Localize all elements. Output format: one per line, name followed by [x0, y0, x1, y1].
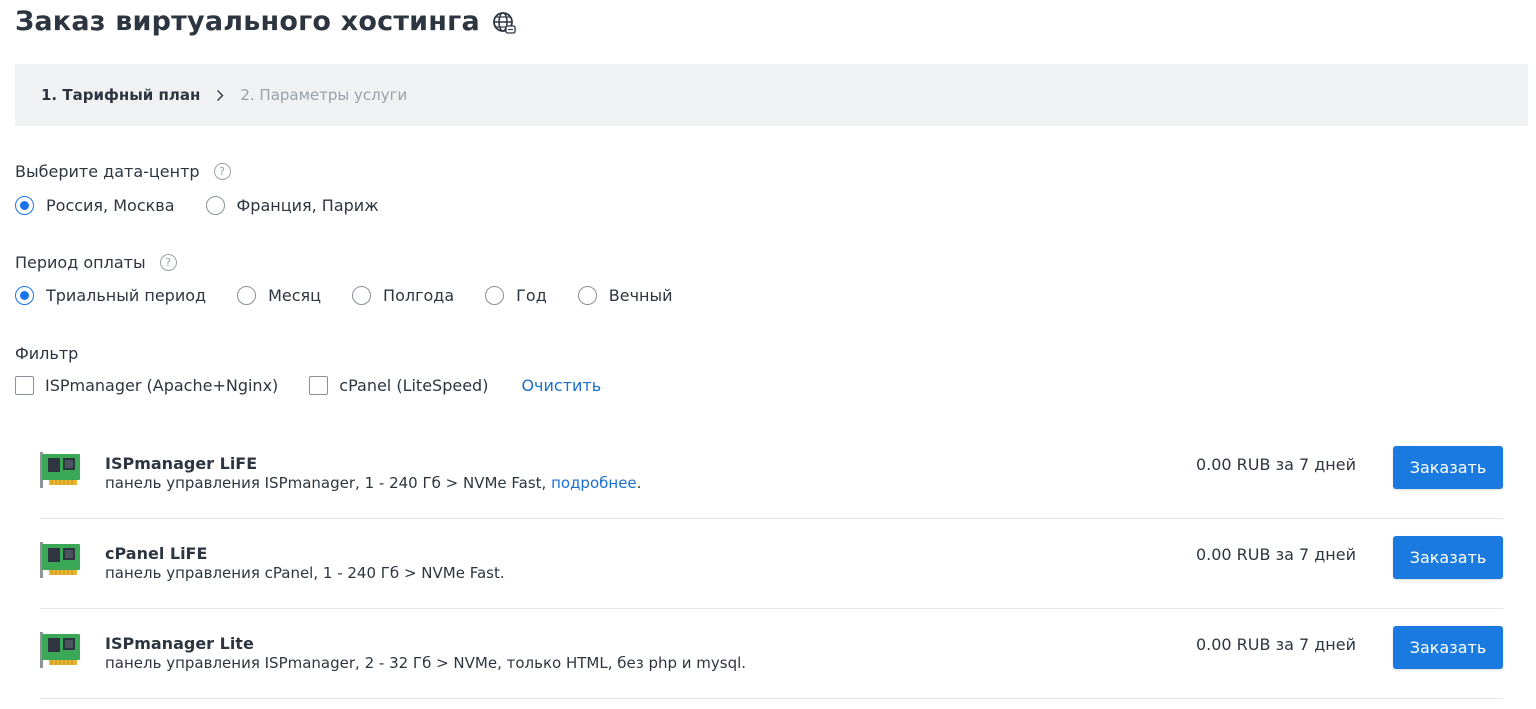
- hosting-card-icon: [40, 542, 80, 578]
- radio-label: Полгода: [383, 286, 455, 305]
- datacenter-options: Россия, Москва Франция, Париж: [15, 196, 410, 215]
- hosting-card-icon: [40, 452, 80, 488]
- plan-description: панель управления cPanel, 1 - 240 Гб > N…: [105, 564, 505, 582]
- radio-label: Россия, Москва: [46, 196, 175, 215]
- radio-label: Франция, Париж: [236, 196, 379, 215]
- plan-description: панель управления ISPmanager, 2 - 32 Гб …: [105, 654, 747, 672]
- period-options: Триальный период Месяц Полгода Год Вечны…: [15, 286, 704, 305]
- radio-datacenter-moscow[interactable]: Россия, Москва: [15, 196, 175, 215]
- plan-name: ISPmanager LiFE: [105, 454, 258, 473]
- filter-options: ISPmanager (Apache+Nginx) cPanel (LiteSp…: [15, 376, 601, 395]
- radio-period-year[interactable]: Год: [485, 286, 547, 305]
- plan-row: ISPmanager LiFE панель управления ISPman…: [40, 429, 1503, 519]
- radio-period-halfyear[interactable]: Полгода: [352, 286, 454, 305]
- filter-label-text: Фильтр: [15, 344, 79, 363]
- radio-label: Триальный период: [46, 286, 207, 305]
- checkbox-filter-ispmanager[interactable]: ISPmanager (Apache+Nginx): [15, 376, 278, 395]
- step-service-params[interactable]: 2. Параметры услуги: [240, 86, 407, 104]
- radio-period-lifetime[interactable]: Вечный: [577, 286, 673, 305]
- radio-label: Вечный: [608, 286, 673, 305]
- checkbox[interactable]: [15, 376, 34, 395]
- plan-name: ISPmanager Lite: [105, 634, 254, 653]
- filter-label: Фильтр: [15, 344, 78, 363]
- radio-button[interactable]: [577, 286, 597, 305]
- chevron-right-icon: [216, 89, 224, 102]
- order-stepper: 1. Тарифный план 2. Параметры услуги: [15, 64, 1528, 126]
- plan-name: cPanel LiFE: [105, 544, 208, 563]
- period-label: Период оплаты ?: [15, 253, 177, 272]
- checkbox-label: ISPmanager (Apache+Nginx): [45, 376, 279, 395]
- checkbox-label: cPanel (LiteSpeed): [339, 376, 489, 395]
- radio-datacenter-paris[interactable]: Франция, Париж: [205, 196, 379, 215]
- datacenter-label: Выберите дата-центр ?: [15, 162, 231, 181]
- hosting-card-icon: [40, 632, 80, 668]
- period-label-text: Период оплаты: [15, 253, 146, 272]
- plan-description: панель управления ISPmanager, 1 - 240 Гб…: [105, 474, 641, 492]
- help-icon[interactable]: ?: [159, 254, 177, 271]
- order-button[interactable]: Заказать: [1393, 536, 1503, 579]
- radio-button[interactable]: [205, 196, 225, 215]
- radio-button[interactable]: [15, 286, 34, 305]
- globe-icon: [492, 11, 516, 34]
- radio-button[interactable]: [485, 286, 505, 305]
- plan-price: 0.00 RUB за 7 дней: [1195, 455, 1356, 474]
- plan-description-end: .: [636, 474, 642, 492]
- checkbox-filter-cpanel[interactable]: cPanel (LiteSpeed): [309, 376, 488, 395]
- datacenter-label-text: Выберите дата-центр: [15, 162, 200, 181]
- page-title-text: Заказ виртуального хостинга: [15, 6, 480, 37]
- page-title: Заказ виртуального хостинга: [15, 6, 516, 37]
- radio-label: Месяц: [268, 286, 322, 305]
- radio-button[interactable]: [15, 196, 34, 215]
- plan-description-text: панель управления ISPmanager, 1 - 240 Гб…: [105, 474, 552, 492]
- clear-filter-link[interactable]: Очистить: [521, 376, 601, 395]
- step-tariff-plan[interactable]: 1. Тарифный план: [41, 86, 200, 104]
- plan-row: ISPmanager Lite панель управления ISPman…: [40, 609, 1503, 699]
- checkbox[interactable]: [309, 376, 329, 395]
- order-button[interactable]: Заказать: [1393, 446, 1503, 489]
- radio-button[interactable]: [352, 286, 372, 305]
- help-icon[interactable]: ?: [213, 163, 231, 180]
- details-link[interactable]: подробнее: [551, 474, 637, 492]
- radio-button[interactable]: [237, 286, 257, 305]
- plan-price: 0.00 RUB за 7 дней: [1195, 635, 1356, 654]
- radio-period-trial[interactable]: Триальный период: [15, 286, 206, 305]
- radio-period-month[interactable]: Месяц: [237, 286, 321, 305]
- plan-row: cPanel LiFE панель управления cPanel, 1 …: [40, 519, 1503, 609]
- plan-price: 0.00 RUB за 7 дней: [1195, 545, 1356, 564]
- order-button[interactable]: Заказать: [1393, 626, 1503, 669]
- radio-label: Год: [516, 286, 547, 305]
